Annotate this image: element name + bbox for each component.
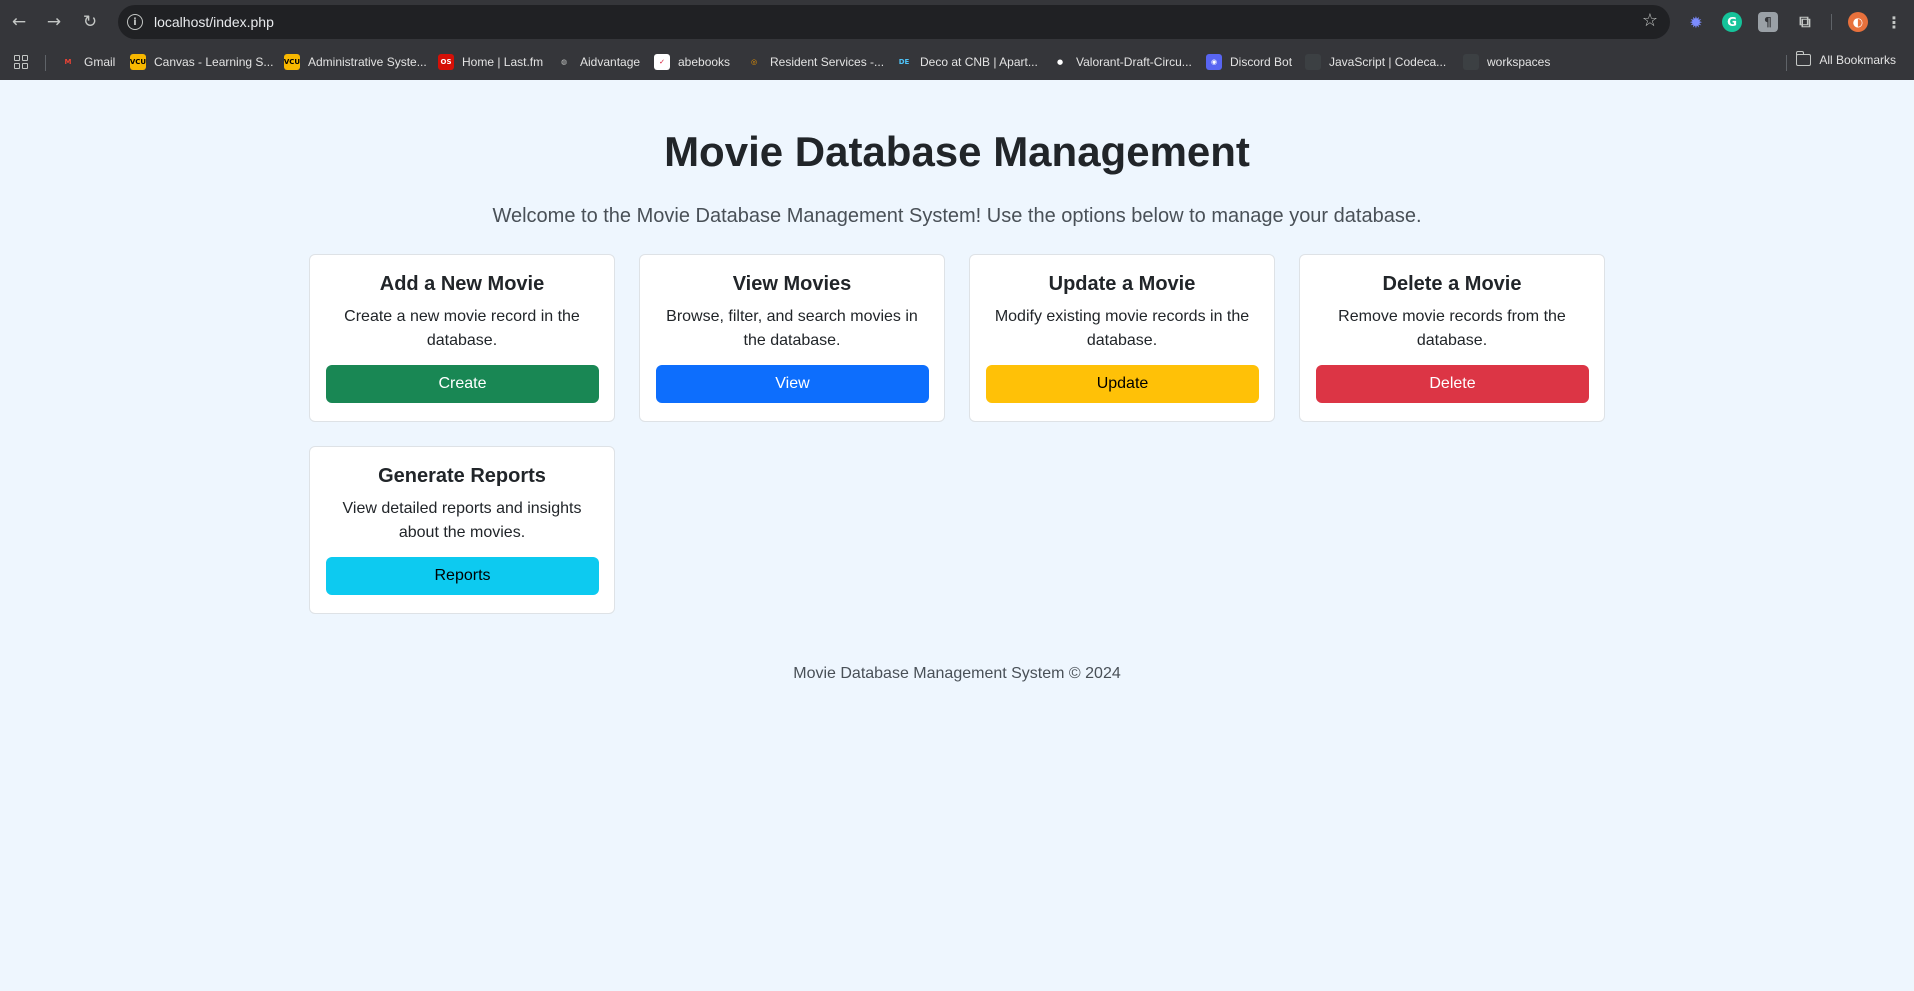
bookmark-item[interactable]: VCU Canvas - Learning S... <box>130 53 273 71</box>
bookmark-label: JavaScript | Codeca... <box>1329 55 1447 69</box>
page-title: Movie Database Management <box>664 128 1250 175</box>
view-button[interactable]: View <box>656 365 929 403</box>
bookmark-item[interactable]: ◎ Resident Services -... <box>746 53 884 71</box>
card-title: Update a Movie <box>1048 273 1196 295</box>
card-view-movies: View Movies Browse, filter, and search m… <box>639 254 945 422</box>
deco-icon: DE <box>898 58 910 66</box>
abebooks-icon: ✓ <box>654 54 670 70</box>
github-icon: ● <box>1056 58 1064 66</box>
bookmark-item[interactable]: OS Home | Last.fm <box>438 53 543 71</box>
resident-icon: ◎ <box>750 58 758 66</box>
bookmarks-divider <box>1786 55 1787 71</box>
card-title: Generate Reports <box>378 465 546 487</box>
bookmarks-divider <box>45 55 46 71</box>
reload-icon[interactable]: ↻ <box>76 8 104 36</box>
bookmark-label: abebooks <box>678 55 731 69</box>
bookmark-star-icon[interactable]: ☆ <box>1642 10 1658 31</box>
reports-button[interactable]: Reports <box>326 557 599 595</box>
bookmark-label: Discord Bot <box>1230 55 1293 69</box>
apps-grid-icon[interactable] <box>14 55 28 69</box>
discord-icon: ◉ <box>1206 54 1222 70</box>
bookmark-label: Resident Services -... <box>770 55 885 69</box>
address-bar[interactable]: i localhost/index.php ☆ <box>118 5 1670 39</box>
page-subtitle: Welcome to the Movie Database Management… <box>492 205 1422 227</box>
bookmark-item[interactable]: ● Valorant-Draft-Circu... <box>1052 53 1192 71</box>
card-add-movie: Add a New Movie Create a new movie recor… <box>309 254 615 422</box>
bookmark-item[interactable]: M Gmail <box>60 53 116 71</box>
menu-kebab-icon[interactable]: ⋮ <box>1884 12 1904 32</box>
card-text: Browse, filter, and search movies in the… <box>666 308 918 349</box>
delete-button[interactable]: Delete <box>1316 365 1589 403</box>
lastfm-icon: OS <box>438 54 454 70</box>
card-title: View Movies <box>732 273 852 295</box>
extension-icon[interactable]: ¶ <box>1758 12 1778 32</box>
bookmark-item[interactable]: ◍ Aidvantage <box>556 53 640 71</box>
bookmark-label: Canvas - Learning S... <box>154 55 274 69</box>
workspaces-icon <box>1463 54 1479 70</box>
puzzle-icon[interactable]: ⧉ <box>1795 12 1815 32</box>
card-text: Remove movie records from the database. <box>1338 308 1566 349</box>
bookmark-item[interactable]: DE Deco at CNB | Apart... <box>896 53 1038 71</box>
extension-gear-icon[interactable]: ✹ <box>1686 12 1706 32</box>
bookmark-label: Gmail <box>84 55 116 69</box>
site-info-icon[interactable]: i <box>127 14 143 30</box>
gmail-icon: M <box>64 58 72 66</box>
page-footer: Movie Database Management System © 2024 <box>793 665 1121 682</box>
update-button[interactable]: Update <box>986 365 1259 403</box>
vcu-icon: VCU <box>284 54 300 70</box>
bookmark-label: Valorant-Draft-Circu... <box>1076 55 1192 69</box>
bookmark-label: Administrative Syste... <box>308 55 427 69</box>
bookmark-label: Home | Last.fm <box>462 55 544 69</box>
card-delete-movie: Delete a Movie Remove movie records from… <box>1299 254 1605 422</box>
card-update-movie: Update a Movie Modify existing movie rec… <box>969 254 1275 422</box>
all-bookmarks-button[interactable]: All Bookmarks <box>1795 51 1896 67</box>
forward-icon[interactable]: → <box>40 8 68 36</box>
bookmark-label: Deco at CNB | Apart... <box>920 55 1038 69</box>
card-title: Delete a Movie <box>1382 273 1522 295</box>
card-text: View detailed reports and insights about… <box>342 500 582 541</box>
bookmark-item[interactable]: workspaces <box>1463 53 1550 71</box>
bookmark-label: Aidvantage <box>580 55 641 69</box>
card-text: Create a new movie record in the databas… <box>344 308 580 349</box>
create-button[interactable]: Create <box>326 365 599 403</box>
back-icon[interactable]: ← <box>5 8 33 36</box>
card-text: Modify existing movie records in the dat… <box>994 308 1250 349</box>
browser-toolbar: ← → ↻ i localhost/index.php ☆ ✹ G ¶ ⧉ ◐ … <box>0 0 1914 44</box>
card-generate-reports: Generate Reports View detailed reports a… <box>309 446 615 614</box>
bookmark-item[interactable]: JavaScript | Codeca... <box>1305 53 1446 71</box>
profile-avatar[interactable]: ◐ <box>1848 12 1868 32</box>
vcu-icon: VCU <box>130 54 146 70</box>
card-title: Add a New Movie <box>379 273 545 295</box>
bookmark-label: workspaces <box>1487 55 1551 69</box>
bookmarks-bar: M Gmail VCU Canvas - Learning S... VCU Admini… <box>0 44 1914 80</box>
bookmark-item[interactable]: VCU Administrative Syste... <box>284 53 427 71</box>
all-bookmarks-label: All Bookmarks <box>1819 53 1896 67</box>
toolbar-divider <box>1831 14 1832 30</box>
bookmark-item[interactable]: ✓ abebooks <box>654 53 730 71</box>
bookmark-item[interactable]: ◉ Discord Bot <box>1206 53 1292 71</box>
grammarly-icon[interactable]: G <box>1722 12 1742 32</box>
codecademy-icon <box>1305 54 1321 70</box>
url-text[interactable]: localhost/index.php <box>154 14 274 30</box>
globe-icon: ◍ <box>560 58 568 66</box>
folder-icon <box>1795 51 1812 66</box>
